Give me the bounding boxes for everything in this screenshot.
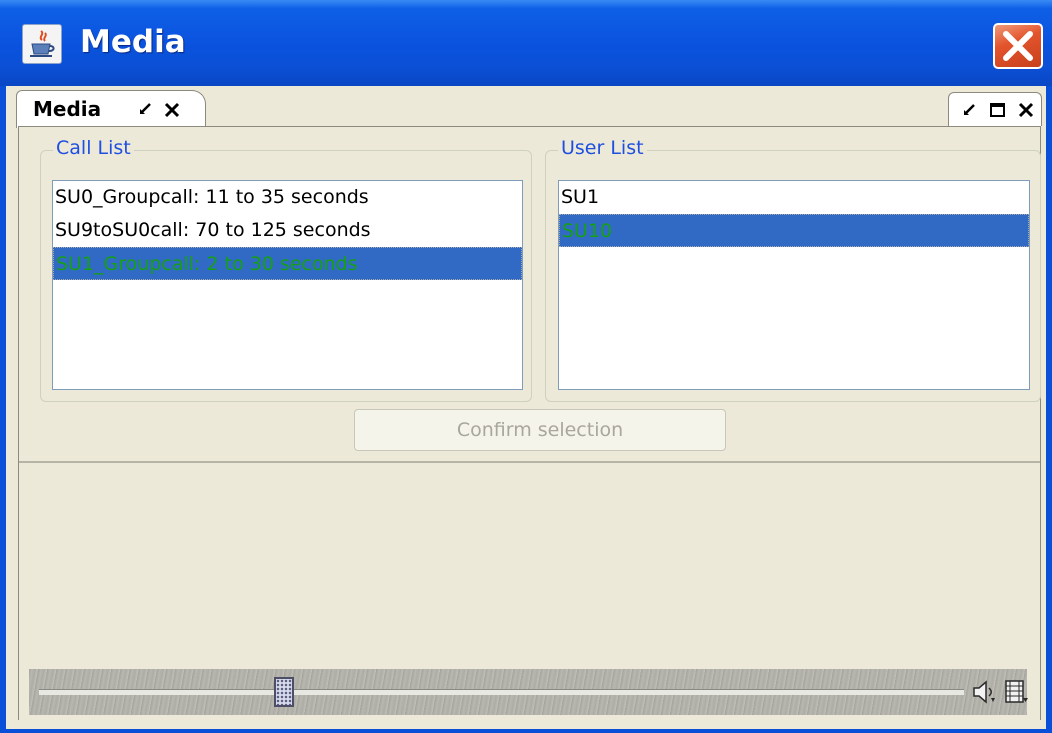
view-controls <box>948 92 1042 126</box>
call-list-item-selected[interactable]: SU1_Groupcall: 2 to 30 seconds <box>53 247 522 280</box>
close-icon[interactable] <box>163 101 181 119</box>
tab-strip: Media <box>6 86 1046 128</box>
media-view: Call List SU0_Groupcall: 11 to 35 second… <box>18 126 1041 721</box>
restore-icon[interactable] <box>961 102 977 118</box>
film-icon[interactable] <box>1003 678 1029 706</box>
title-bar[interactable]: Media <box>0 0 1052 86</box>
user-list-item-selected[interactable]: SU10 <box>559 214 1029 247</box>
restore-icon[interactable] <box>137 101 153 117</box>
call-list[interactable]: SU0_Groupcall: 11 to 35 seconds SU9toSU0… <box>52 180 523 390</box>
user-list-legend: User List <box>558 137 647 159</box>
user-list-item[interactable]: SU1 <box>559 181 1029 214</box>
maximize-icon[interactable] <box>989 102 1007 118</box>
player-control-bar <box>29 669 1029 715</box>
confirm-selection-button[interactable]: Confirm selection <box>354 409 726 451</box>
call-list-item[interactable]: SU0_Groupcall: 11 to 35 seconds <box>53 181 522 214</box>
volume-icon[interactable] <box>971 678 997 706</box>
seek-slider-thumb[interactable] <box>274 677 294 707</box>
call-list-item[interactable]: SU9toSU0call: 70 to 125 seconds <box>53 214 522 247</box>
tab-label: Media <box>33 97 102 121</box>
window-close-button[interactable] <box>993 23 1043 69</box>
client-area: Media Call List SU0_Groupcall: 11 to 35 … <box>6 86 1046 729</box>
close-icon <box>1003 31 1033 61</box>
call-list-legend: Call List <box>53 137 134 159</box>
seek-track[interactable] <box>39 689 964 695</box>
close-icon[interactable] <box>1017 102 1035 118</box>
java-cup-icon <box>22 24 62 64</box>
media-player-panel <box>19 461 1040 721</box>
user-list[interactable]: SU1 SU10 <box>558 180 1030 390</box>
media-window: Media Media Call List SU0_Groupcall: 11 … <box>0 0 1052 733</box>
call-list-group: Call List SU0_Groupcall: 11 to 35 second… <box>40 137 532 402</box>
tab-media[interactable]: Media <box>16 90 206 128</box>
window-title: Media <box>80 24 186 60</box>
user-list-group: User List SU1 SU10 <box>545 137 1041 402</box>
